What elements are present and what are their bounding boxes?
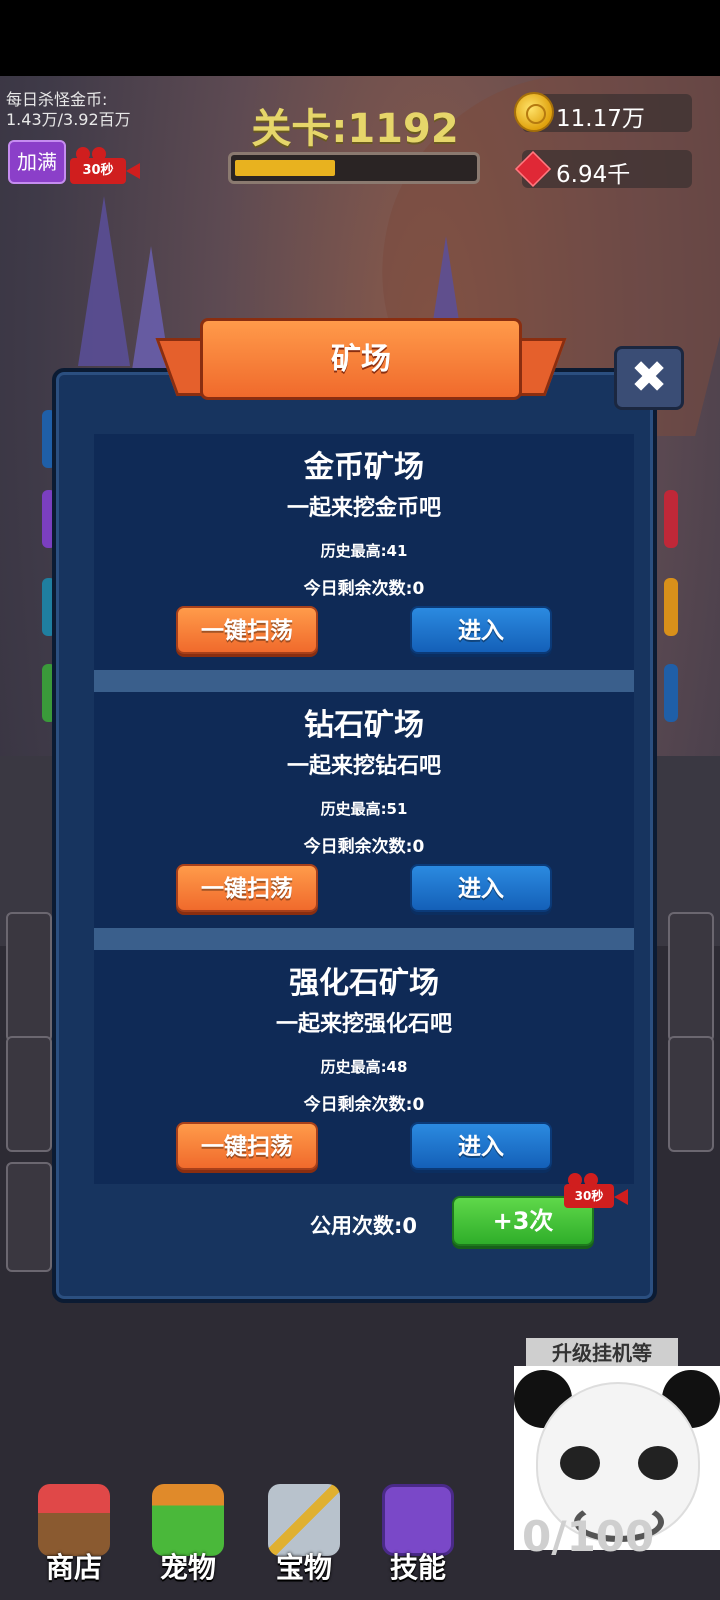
daily-kill-gold-label: 每日杀怪金币: [6,90,108,109]
gold-coin-icon [514,92,554,132]
close-icon: ✖ [630,352,668,403]
card-divider [94,928,634,950]
sticker-caption: 升级挂机等 [526,1338,678,1368]
mine-dialog: 金币矿场 一起来挖金币吧 历史最高:41 今日剩余次数:0 一键扫荡 进入 钻石… [52,368,657,1303]
dialog-header: 矿场 [155,318,567,410]
mine-card-gold: 金币矿场 一起来挖金币吧 历史最高:41 今日剩余次数:0 一键扫荡 进入 [94,434,634,670]
video-timer: 30秒 [82,163,114,178]
mine-remaining-count: 今日剩余次数:0 [303,837,425,857]
nav-label: 宠物 [159,1551,216,1584]
mine-card-enhance-stone: 强化石矿场 一起来挖强化石吧 历史最高:48 今日剩余次数:0 一键扫荡 进入 [94,950,634,1184]
video-reel-icon [568,1173,582,1187]
mine-name: 强化石矿场 [289,966,439,1001]
nav-treasure[interactable]: 宝物 [254,1480,354,1590]
enter-button[interactable]: 进入 [410,1122,552,1170]
video-reel-icon [76,147,90,161]
nav-pet[interactable]: 宠物 [138,1480,238,1590]
mine-card-diamond: 钻石矿场 一起来挖钻石吧 历史最高:51 今日剩余次数:0 一键扫荡 进入 [94,692,634,928]
gold-amount: 11.17万 [556,106,645,132]
video-reel-icon [584,1173,598,1187]
video-timer: 30秒 [574,1189,604,1203]
level-title: 关卡:1192 [251,106,459,152]
daily-kill-gold-value: 1.43万/3.92百万 [6,110,131,129]
panda-eye-icon [638,1446,678,1480]
enter-button[interactable]: 进入 [410,606,552,654]
close-button[interactable]: ✖ [614,346,684,410]
mine-remaining-count: 今日剩余次数:0 [303,1095,425,1115]
gem-amount: 6.94千 [556,162,631,188]
side-button[interactable] [664,578,678,636]
equipment-slot[interactable] [6,1162,52,1272]
card-divider [94,670,634,692]
nav-label: 宝物 [275,1551,332,1584]
enter-button[interactable]: 进入 [410,864,552,912]
nav-label: 技能 [389,1551,446,1584]
shared-count-label: 公用次数:0 [310,1214,418,1238]
status-bar [0,0,720,76]
gem-counter[interactable]: 6.94千 [514,150,692,188]
equipment-slot[interactable] [6,1036,52,1152]
mine-best-record: 历史最高:41 [320,542,408,560]
daily-kill-gold: 每日杀怪金币: 1.43万/3.92百万 [6,90,131,130]
mine-remaining-count: 今日剩余次数:0 [303,579,425,599]
mine-name: 金币矿场 [304,450,424,485]
video-ad-badge[interactable]: 30秒 [70,147,140,184]
mine-best-record: 历史最高:48 [320,1058,408,1076]
sweep-button[interactable]: 一键扫荡 [176,1122,318,1170]
sweep-button[interactable]: 一键扫荡 [176,606,318,654]
nav-shop[interactable]: 商店 [24,1480,124,1590]
camera-icon [126,163,140,179]
sweep-button[interactable]: 一键扫荡 [176,864,318,912]
equipment-slot[interactable] [668,912,714,1042]
mine-description: 一起来挖强化石吧 [275,1012,452,1037]
panda-eye-icon [560,1446,600,1480]
side-button[interactable] [664,664,678,722]
mine-description: 一起来挖钻石吧 [286,754,441,779]
fill-button[interactable]: 加满 [8,140,66,184]
capacity-counter: 0/100 [522,1512,655,1561]
camera-icon [614,1189,628,1205]
level-progress-fill [235,160,335,176]
gold-counter[interactable]: 11.17万 [514,92,692,132]
side-button[interactable] [664,490,678,548]
equipment-slot[interactable] [668,1036,714,1152]
video-reel-icon [92,147,106,161]
level-progress-bar [228,152,480,184]
crystal-spike-icon [78,196,130,366]
mine-best-record: 历史最高:51 [320,800,408,818]
nav-label: 商店 [45,1551,102,1584]
dialog-title: 矿场 [200,318,522,400]
equipment-slot[interactable] [6,912,52,1042]
mine-name: 钻石矿场 [304,708,424,743]
video-ad-badge[interactable]: 30秒 [564,1173,628,1208]
mine-list[interactable]: 金币矿场 一起来挖金币吧 历史最高:41 今日剩余次数:0 一键扫荡 进入 钻石… [94,434,634,1184]
nav-skill[interactable]: 技能 [368,1480,468,1590]
mine-description: 一起来挖金币吧 [286,496,441,521]
